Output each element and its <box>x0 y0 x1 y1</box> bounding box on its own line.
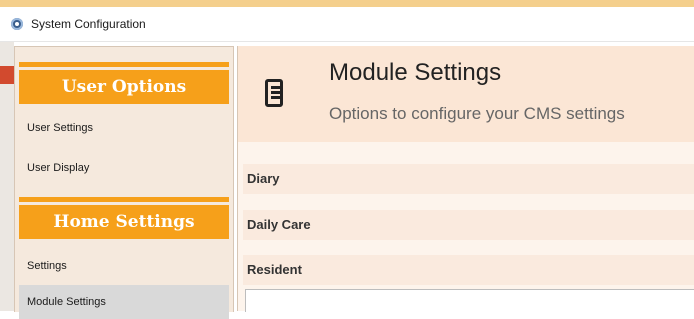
sidebar: User Options User Settings User Display … <box>14 46 234 319</box>
sidebar-section-home-settings: Home Settings <box>19 197 229 239</box>
section-daily-care[interactable]: Daily Care <box>243 210 694 240</box>
page-subtitle: Options to configure your CMS settings <box>329 104 625 123</box>
resident-content-area <box>245 289 694 312</box>
sidebar-item-user-settings[interactable]: User Settings <box>19 111 229 145</box>
window-title: System Configuration <box>31 17 146 31</box>
background-window-edge <box>0 42 14 311</box>
page-title: Module Settings <box>329 59 502 86</box>
sidebar-item-settings[interactable]: Settings <box>19 249 229 283</box>
main-panel: Module Settings Options to configure you… <box>237 46 694 312</box>
sidebar-item-user-display[interactable]: User Display <box>19 151 229 185</box>
page-header: Module Settings Options to configure you… <box>238 46 694 142</box>
section-diary[interactable]: Diary <box>243 164 694 194</box>
app-icon <box>11 18 23 30</box>
document-list-icon <box>265 79 283 107</box>
sidebar-section-user-options: User Options <box>19 62 229 104</box>
sidebar-item-module-settings[interactable]: Module Settings <box>19 285 229 319</box>
background-window-accent <box>0 66 14 84</box>
title-bar: System Configuration <box>0 7 694 42</box>
window-frame <box>0 0 694 7</box>
section-resident[interactable]: Resident <box>243 255 694 285</box>
